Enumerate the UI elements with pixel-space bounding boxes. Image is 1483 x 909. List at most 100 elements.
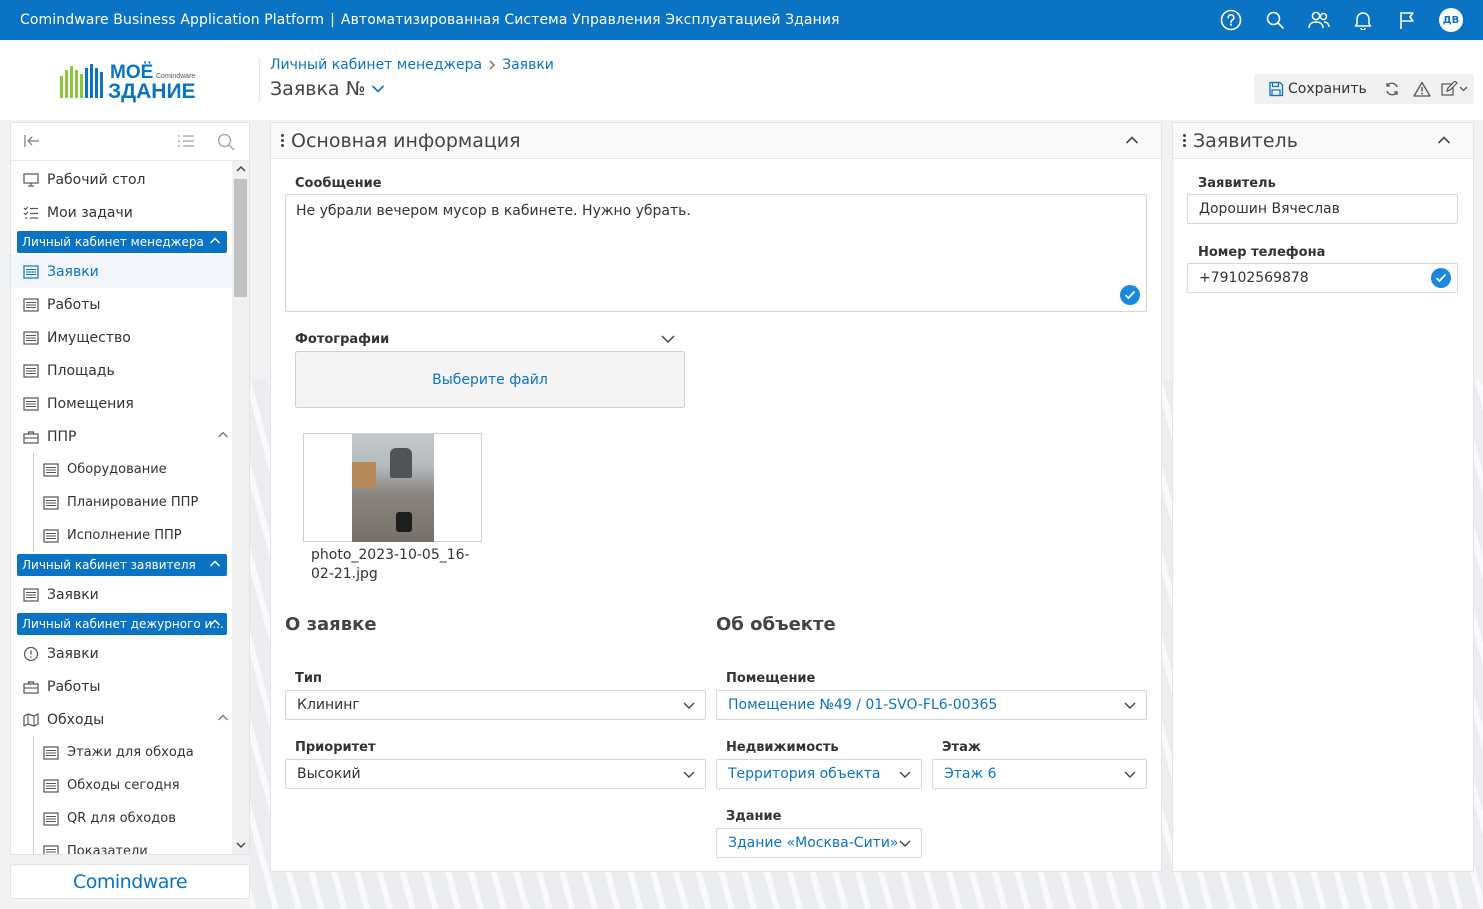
sidebar-item-label: Помещения [47,395,134,412]
chevron-up-icon[interactable] [217,430,229,440]
photos-expand-chevron-icon[interactable] [660,334,676,344]
sidebar-item-ppr-planning[interactable]: Планирование ППР [11,486,233,519]
chevron-up-icon[interactable] [217,713,229,723]
sidebar-item-applicant-requests[interactable]: Заявки [11,578,233,611]
table-icon [43,844,59,854]
list-view-icon[interactable] [176,132,196,154]
sidebar-item-rounds-today[interactable]: Обходы сегодня [11,769,233,802]
sidebar-item-desktop[interactable]: Рабочий стол [11,163,233,196]
sidebar-item-indicators[interactable]: Показатели [11,835,233,854]
floor-value[interactable]: Этаж 6 [944,766,996,782]
sidebar-item-round-floors[interactable]: Этажи для обхода [11,736,233,769]
phone-label: Номер телефона [1198,245,1326,260]
sidebar-item-area[interactable]: Площадь [11,354,233,387]
sidebar-group-applicant[interactable]: Личный кабинет заявителя [17,554,227,576]
collapse-sidebar-icon[interactable] [23,132,41,154]
applicant-label: Заявитель [1198,176,1276,191]
priority-select[interactable]: Высокий [285,759,706,789]
main-info-panel-header: Основная информация [271,123,1161,159]
sidebar-scrollbar[interactable] [232,161,249,854]
breadcrumb-requests[interactable]: Заявки [502,57,554,73]
phone-value: +79102569878 [1199,270,1309,286]
table-icon [23,297,39,312]
sidebar-item-works[interactable]: Работы [11,288,233,321]
sidebar: Рабочий стол Мои задачи Личный кабинет м… [10,122,250,855]
drag-handle-icon[interactable] [279,134,285,147]
collapse-panel-icon[interactable] [1437,135,1451,145]
chevron-down-icon [899,771,911,778]
applicant-panel-header: Заявитель [1173,123,1473,159]
sidebar-item-rounds[interactable]: Обходы [11,703,233,736]
sidebar-item-ppr[interactable]: ППР [11,420,233,453]
refresh-icon[interactable] [1377,74,1407,104]
sidebar-search-icon[interactable] [216,132,236,156]
sidebar-item-rooms[interactable]: Помещения [11,387,233,420]
search-icon[interactable] [1253,0,1297,40]
bell-icon[interactable] [1341,0,1385,40]
users-icon[interactable] [1297,0,1341,40]
choose-file-button[interactable]: Выберите файл [295,351,685,408]
page-title[interactable]: Заявка № [270,78,385,100]
sidebar-group-label: Личный кабинет дежурного и... [22,617,224,631]
photo-thumbnail[interactable] [303,433,482,542]
choose-file-label: Выберите файл [432,371,548,388]
room-value[interactable]: Помещение №49 / 01-SVO-FL6-00365 [728,697,997,713]
chevron-down-icon [683,771,695,778]
app-title: Comindware Business Application Platform… [20,12,840,28]
flag-icon[interactable] [1385,0,1429,40]
breadcrumb-manager-cabinet[interactable]: Личный кабинет менеджера [270,57,482,73]
section-request-heading: О заявке [285,614,377,635]
sidebar-item-property[interactable]: Имущество [11,321,233,354]
type-select[interactable]: Клининг [285,690,706,720]
main-info-title: Основная информация [291,129,521,152]
drag-handle-icon[interactable] [1181,134,1187,147]
room-label: Помещение [726,671,816,686]
scroll-down-icon[interactable] [236,841,246,849]
sidebar-group-manager[interactable]: Личный кабинет менеджера [17,231,227,253]
sidebar-item-equipment[interactable]: Оборудование [11,453,233,486]
sidebar-item-label: Имущество [47,329,131,346]
chevron-down-icon [1124,702,1136,709]
floor-select[interactable]: Этаж 6 [932,759,1147,789]
building-select[interactable]: Здание «Москва-Сити» [716,828,922,858]
save-label: Сохранить [1288,81,1367,97]
sidebar-item-duty-requests[interactable]: Заявки [11,637,233,670]
warning-icon[interactable] [1407,74,1437,104]
table-icon [23,363,39,378]
sidebar-toolbar [11,123,249,161]
validated-check-icon [1120,285,1140,305]
applicant-field[interactable]: Дорошин Вячеслав [1187,194,1458,224]
sidebar-group-duty[interactable]: Личный кабинет дежурного и... [17,613,227,635]
table-icon [23,330,39,345]
scroll-up-icon[interactable] [236,165,246,173]
help-icon[interactable] [1209,0,1253,40]
sidebar-item-duty-works[interactable]: Работы [11,670,233,703]
building-value[interactable]: Здание «Москва-Сити» [728,835,899,851]
chevron-down-icon [683,702,695,709]
property-label: Недвижимость [726,740,839,755]
sidebar-item-requests[interactable]: Заявки [11,255,233,288]
moe-zdanie-logo[interactable]: МОЁ Comindware ЗДАНИЕ [58,58,208,106]
phone-field[interactable]: +79102569878 [1187,263,1458,293]
type-label: Тип [295,671,322,686]
phone-validated-check-icon [1431,268,1451,288]
user-avatar[interactable]: ДВ [1439,8,1463,32]
top-bar: Comindware Business Application Platform… [0,0,1483,40]
property-value[interactable]: Территория объекта [728,766,881,782]
sidebar-item-qr-rounds[interactable]: QR для обходов [11,802,233,835]
sidebar-item-label: ППР [47,428,77,445]
property-select[interactable]: Территория объекта [716,759,922,789]
photo-filename[interactable]: photo_2023-10-05_16-02-21.jpg [311,546,491,584]
app-name: Comindware Business Application Platform [20,12,325,28]
message-textarea[interactable]: Не убрали вечером мусор в кабинете. Нужн… [285,194,1147,312]
scrollbar-thumb[interactable] [234,179,247,297]
comindware-footer-logo[interactable]: Comindware [10,864,250,899]
collapse-panel-icon[interactable] [1125,135,1139,145]
monitor-icon [23,172,39,187]
room-select[interactable]: Помещение №49 / 01-SVO-FL6-00365 [716,690,1147,720]
sidebar-item-ppr-execution[interactable]: Исполнение ППР [11,519,233,552]
sidebar-item-my-tasks[interactable]: Мои задачи [11,196,233,229]
floor-label: Этаж [942,740,981,755]
edit-menu-icon[interactable] [1437,74,1473,104]
save-button[interactable]: Сохранить [1268,81,1367,97]
